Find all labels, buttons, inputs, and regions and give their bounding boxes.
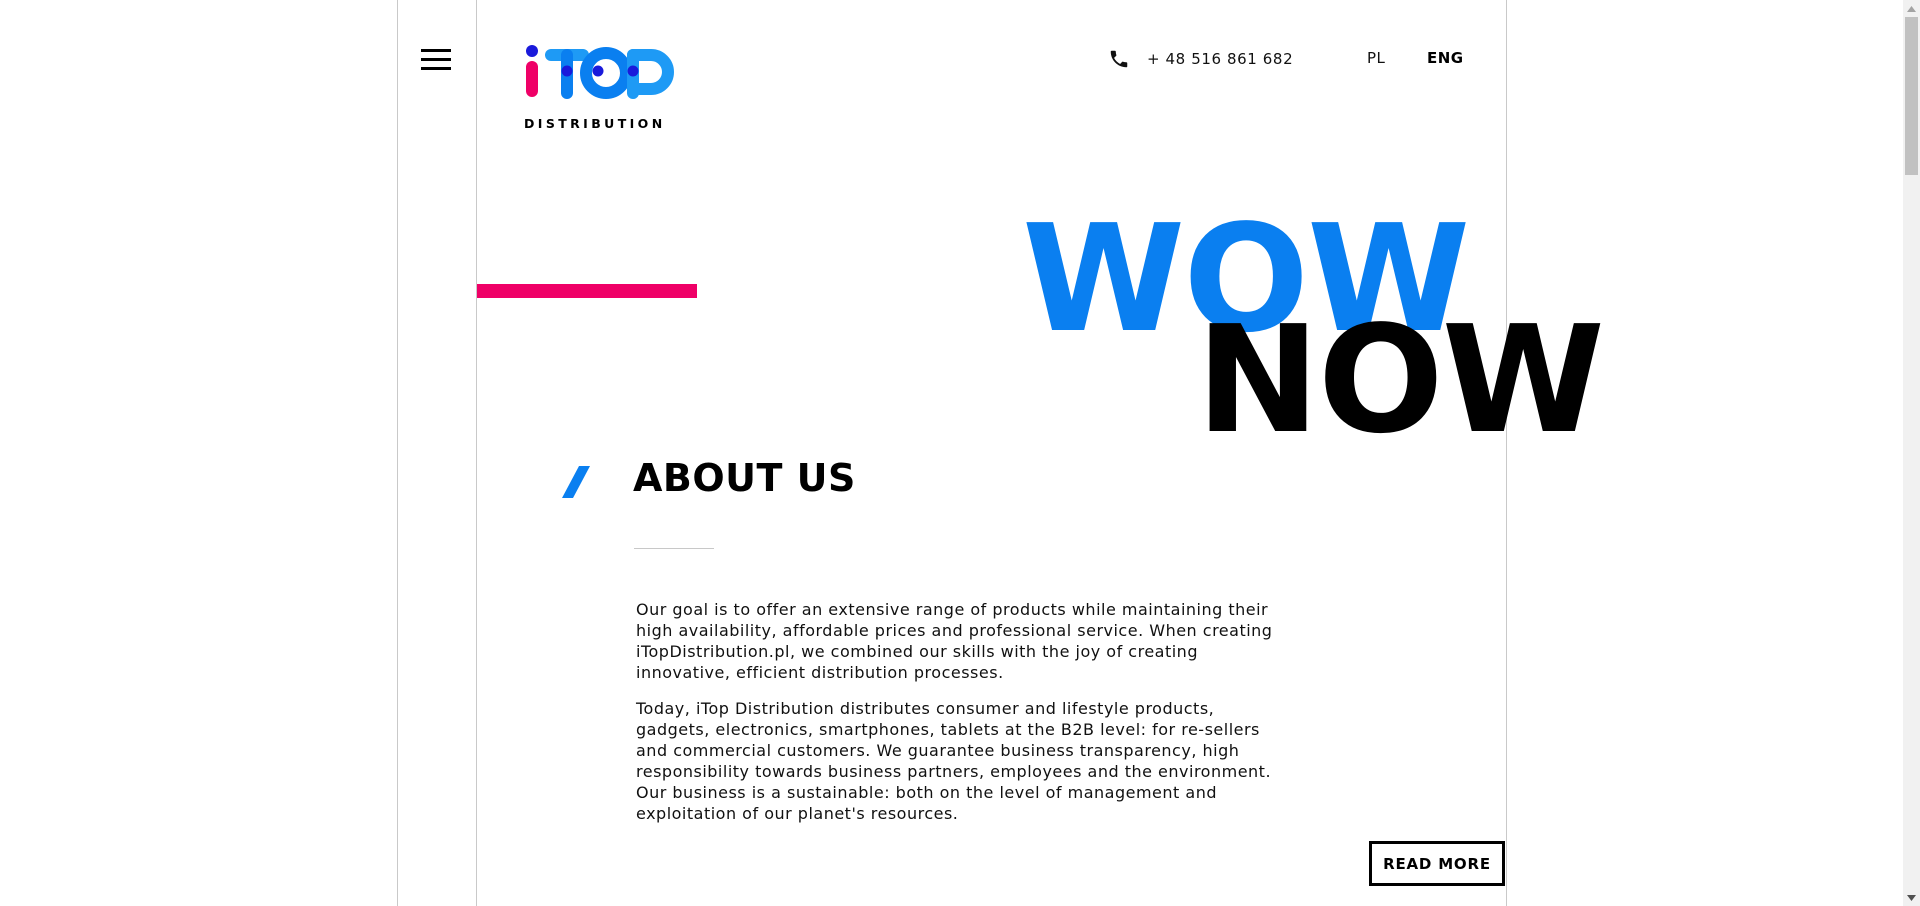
page: DISTRIBUTION + 48 516 861 682 PL ENG WOW… bbox=[0, 0, 1920, 906]
title-underline bbox=[634, 548, 714, 549]
scrollbar[interactable] bbox=[1903, 0, 1920, 906]
hamburger-icon[interactable] bbox=[421, 49, 451, 71]
about-title: ABOUT US bbox=[633, 456, 856, 500]
logo-subtitle: DISTRIBUTION bbox=[524, 116, 666, 131]
scroll-thumb[interactable] bbox=[1905, 17, 1918, 175]
scroll-up-arrow-icon[interactable] bbox=[1903, 0, 1920, 17]
lang-pl-link[interactable]: PL bbox=[1367, 49, 1385, 67]
about-paragraph: Today, iTop Distribution distributes con… bbox=[636, 699, 1272, 823]
read-more-button[interactable]: READ MORE bbox=[1369, 841, 1505, 886]
hero-accent-bar bbox=[477, 284, 697, 298]
about-paragraph: Our goal is to offer an extensive range … bbox=[636, 600, 1273, 682]
about-text: Our goal is to offer an extensive range … bbox=[636, 599, 1286, 839]
phone-link[interactable]: + 48 516 861 682 bbox=[1108, 48, 1293, 70]
hamburger-line bbox=[421, 58, 451, 61]
phone-number: + 48 516 861 682 bbox=[1147, 50, 1294, 68]
frame-line-sidebar bbox=[476, 0, 477, 906]
frame-line-left bbox=[397, 0, 398, 906]
logo-wordmark-icon bbox=[526, 45, 674, 99]
scroll-down-arrow-icon[interactable] bbox=[1903, 889, 1920, 906]
slash-icon bbox=[562, 466, 590, 498]
hamburger-line bbox=[421, 49, 451, 52]
hamburger-line bbox=[421, 67, 451, 70]
phone-icon bbox=[1110, 50, 1128, 68]
logo[interactable]: DISTRIBUTION bbox=[523, 44, 675, 132]
hero-word-now: NOW bbox=[1196, 294, 1605, 466]
lang-eng-link[interactable]: ENG bbox=[1427, 49, 1464, 67]
